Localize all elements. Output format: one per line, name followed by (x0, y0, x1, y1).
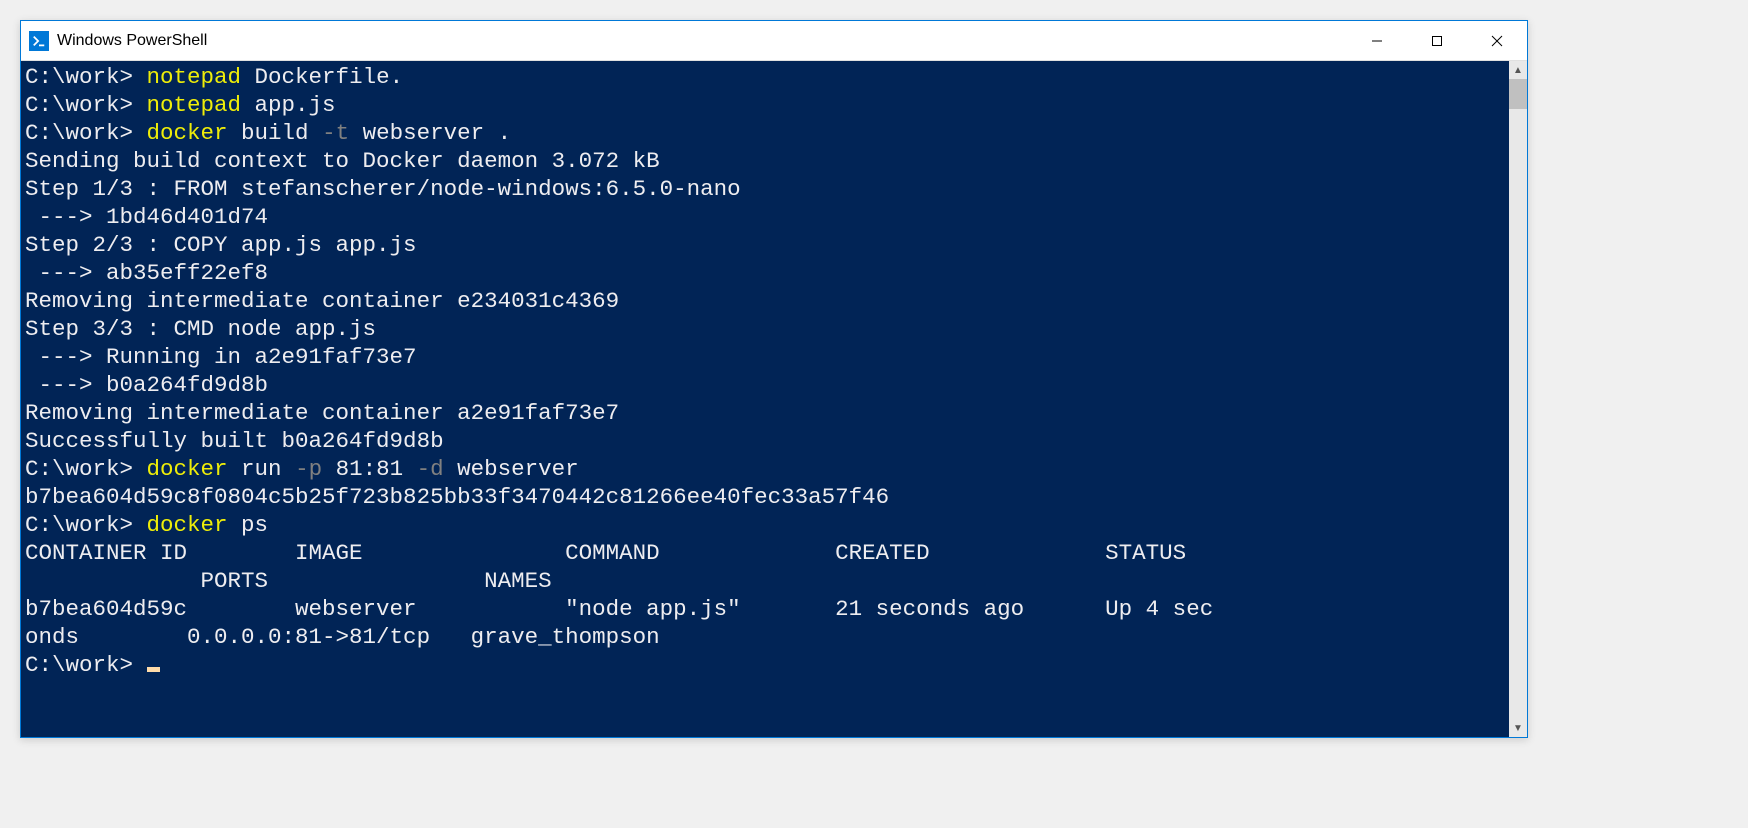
prompt: C:\work> (25, 512, 147, 538)
terminal-text: Removing intermediate container a2e91faf… (25, 400, 619, 426)
terminal-text: onds 0.0.0.0:81->81/tcp grave_thompson (25, 624, 660, 650)
terminal-text: Dockerfile. (241, 64, 403, 90)
terminal-line: ---> Running in a2e91faf73e7 (25, 343, 1505, 371)
terminal-line: C:\work> docker ps (25, 511, 1505, 539)
terminal-text: docker (147, 512, 228, 538)
terminal-text: -d (417, 456, 444, 482)
terminal-text: ---> Running in a2e91faf73e7 (25, 344, 417, 370)
window-title: Windows PowerShell (57, 32, 207, 50)
terminal-text: build (228, 120, 323, 146)
terminal-text: notepad (147, 92, 242, 118)
terminal-text: b7bea604d59c webserver "node app.js" 21 … (25, 596, 1213, 622)
terminal-line: b7bea604d59c webserver "node app.js" 21 … (25, 595, 1505, 623)
prompt: C:\work> (25, 456, 147, 482)
terminal-text: docker (147, 456, 228, 482)
scroll-down-arrow[interactable]: ▼ (1509, 719, 1527, 737)
terminal-line: CONTAINER ID IMAGE COMMAND CREATED STATU… (25, 539, 1505, 567)
terminal-text: docker (147, 120, 228, 146)
scroll-up-arrow[interactable]: ▲ (1509, 61, 1527, 79)
terminal-text: ---> b0a264fd9d8b (25, 372, 268, 398)
terminal-text: webserver . (349, 120, 511, 146)
terminal-text: b7bea604d59c8f0804c5b25f723b825bb33f3470… (25, 484, 889, 510)
terminal-line: PORTS NAMES (25, 567, 1505, 595)
terminal-text: -p (295, 456, 322, 482)
prompt: C:\work> (25, 120, 147, 146)
terminal-line: C:\work> notepad Dockerfile. (25, 63, 1505, 91)
terminal-line: Step 3/3 : CMD node app.js (25, 315, 1505, 343)
minimize-button[interactable] (1347, 21, 1407, 60)
terminal-line: Step 1/3 : FROM stefanscherer/node-windo… (25, 175, 1505, 203)
terminal-text: run (228, 456, 296, 482)
close-button[interactable] (1467, 21, 1527, 60)
terminal-text: ---> ab35eff22ef8 (25, 260, 268, 286)
terminal-line: ---> b0a264fd9d8b (25, 371, 1505, 399)
scroll-track[interactable] (1509, 79, 1527, 719)
prompt: C:\work> (25, 92, 147, 118)
maximize-button[interactable] (1407, 21, 1467, 60)
terminal-line: Sending build context to Docker daemon 3… (25, 147, 1505, 175)
terminal-text: -t (322, 120, 349, 146)
terminal-text: PORTS NAMES (25, 568, 552, 594)
vertical-scrollbar[interactable]: ▲ ▼ (1509, 61, 1527, 737)
terminal-line: b7bea604d59c8f0804c5b25f723b825bb33f3470… (25, 483, 1505, 511)
terminal-line: onds 0.0.0.0:81->81/tcp grave_thompson (25, 623, 1505, 651)
terminal-line: C:\work> notepad app.js (25, 91, 1505, 119)
terminal-line: C:\work> docker run -p 81:81 -d webserve… (25, 455, 1505, 483)
terminal-line: Step 2/3 : COPY app.js app.js (25, 231, 1505, 259)
terminal-output[interactable]: C:\work> notepad Dockerfile.C:\work> not… (21, 61, 1509, 737)
cursor (147, 667, 160, 672)
powershell-window: Windows PowerShell C:\work> notepad Dock… (20, 20, 1528, 738)
terminal-text: ps (228, 512, 269, 538)
terminal-container: C:\work> notepad Dockerfile.C:\work> not… (21, 61, 1527, 737)
terminal-text: ---> 1bd46d401d74 (25, 204, 268, 230)
terminal-line: ---> ab35eff22ef8 (25, 259, 1505, 287)
terminal-line: Successfully built b0a264fd9d8b (25, 427, 1505, 455)
terminal-line: Removing intermediate container e234031c… (25, 287, 1505, 315)
terminal-text: Step 1/3 : FROM stefanscherer/node-windo… (25, 176, 741, 202)
terminal-text: webserver (444, 456, 579, 482)
terminal-text: CONTAINER ID IMAGE COMMAND CREATED STATU… (25, 540, 1186, 566)
terminal-text: 81:81 (322, 456, 417, 482)
terminal-line: Removing intermediate container a2e91faf… (25, 399, 1505, 427)
terminal-line: C:\work> (25, 651, 1505, 679)
terminal-line: ---> 1bd46d401d74 (25, 203, 1505, 231)
titlebar[interactable]: Windows PowerShell (21, 21, 1527, 61)
terminal-text: Step 2/3 : COPY app.js app.js (25, 232, 417, 258)
terminal-text: Sending build context to Docker daemon 3… (25, 148, 660, 174)
terminal-text: Step 3/3 : CMD node app.js (25, 316, 376, 342)
prompt: C:\work> (25, 652, 147, 678)
prompt: C:\work> (25, 64, 147, 90)
terminal-text: Removing intermediate container e234031c… (25, 288, 619, 314)
terminal-line: C:\work> docker build -t webserver . (25, 119, 1505, 147)
terminal-text: app.js (241, 92, 336, 118)
terminal-text: notepad (147, 64, 242, 90)
scroll-thumb[interactable] (1509, 79, 1527, 109)
window-controls (1347, 21, 1527, 60)
powershell-icon (29, 31, 49, 51)
terminal-text: Successfully built b0a264fd9d8b (25, 428, 444, 454)
